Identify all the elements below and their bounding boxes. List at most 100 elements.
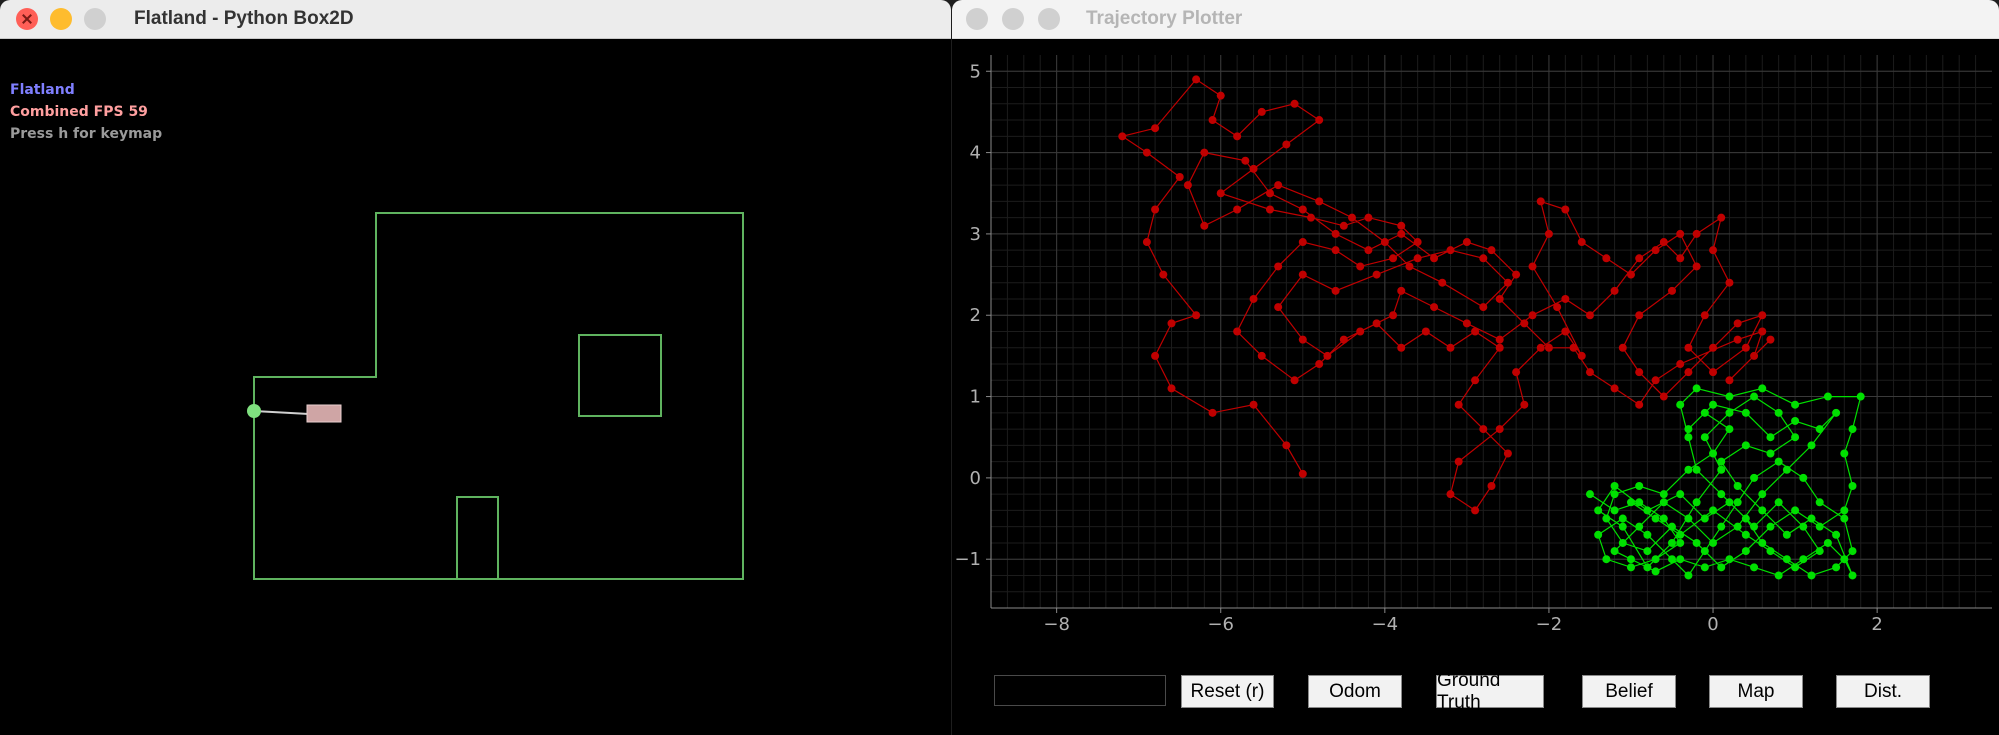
series-0-point <box>1298 335 1307 344</box>
series-1-point <box>1618 538 1627 547</box>
series-1-point <box>1856 392 1865 401</box>
series-1-point <box>1774 457 1783 466</box>
series-1-point <box>1791 416 1800 425</box>
zoom-icon[interactable] <box>84 8 106 30</box>
series-1-point <box>1709 538 1718 547</box>
minimize-icon[interactable] <box>1002 8 1024 30</box>
series-0-point <box>1290 99 1299 108</box>
series-0-point <box>1471 506 1480 515</box>
series-1-point <box>1799 522 1808 531</box>
series-1-point <box>1725 408 1734 417</box>
series-0-point <box>1651 376 1660 385</box>
series-0-point <box>1233 205 1242 214</box>
y-tick-label: −1 <box>954 549 981 570</box>
series-0-point <box>1684 368 1693 377</box>
series-1-point <box>1799 473 1808 482</box>
series-0-point <box>1372 270 1381 279</box>
plot-area[interactable]: −8 −6 −4 −2 0 2 −1 0 1 2 3 4 5 <box>952 39 1999 735</box>
series-1-point <box>1635 522 1644 531</box>
series-1-point <box>1618 514 1627 523</box>
window-title: Flatland - Python Box2D <box>134 8 354 29</box>
zoom-icon[interactable] <box>1038 8 1060 30</box>
belief-button[interactable]: Belief <box>1582 675 1676 708</box>
series-1-point <box>1626 555 1635 564</box>
series-0-point <box>1331 286 1340 295</box>
command-input[interactable] <box>994 675 1166 706</box>
series-1-point <box>1791 433 1800 442</box>
dist-button[interactable]: Dist. <box>1836 675 1930 708</box>
series-1-point <box>1676 555 1685 564</box>
y-tick-label: 5 <box>970 61 981 82</box>
series-1-point <box>1758 538 1767 547</box>
series-1-point <box>1741 408 1750 417</box>
ground-truth-button[interactable]: Ground Truth <box>1436 670 1544 713</box>
series-1-point <box>1750 563 1759 572</box>
series-1-point <box>1741 530 1750 539</box>
series-0-point <box>1249 164 1258 173</box>
series-0-point <box>1725 376 1734 385</box>
series-0-point <box>1200 221 1209 230</box>
series-0-point <box>1635 254 1644 263</box>
close-icon[interactable] <box>16 8 38 30</box>
x-tick-label: −8 <box>1043 614 1070 635</box>
series-0-point <box>1315 116 1324 125</box>
series-1-point <box>1610 482 1619 491</box>
series-1-point <box>1782 465 1791 474</box>
series-1-point <box>1725 425 1734 434</box>
series-1-point <box>1782 555 1791 564</box>
map-button[interactable]: Map <box>1709 675 1803 708</box>
series-0-point <box>1142 238 1151 247</box>
series-0-point <box>1118 132 1127 141</box>
series-1-point <box>1643 530 1652 539</box>
series-0-point <box>1766 335 1775 344</box>
series-0-point <box>1610 384 1619 393</box>
series-1-point <box>1700 433 1709 442</box>
series-0-point <box>1733 319 1742 328</box>
series-1-point <box>1733 498 1742 507</box>
series-0-point <box>1249 400 1258 409</box>
series-0-point <box>1175 172 1184 181</box>
series-1-point <box>1684 465 1693 474</box>
series-0-point <box>1512 270 1521 279</box>
series-0-point <box>1159 270 1168 279</box>
series-0-point <box>1298 270 1307 279</box>
series-0-point <box>1257 107 1266 116</box>
close-icon[interactable] <box>966 8 988 30</box>
series-1-point <box>1668 555 1677 564</box>
series-0-point <box>1544 343 1553 352</box>
series-0-point <box>1216 91 1225 100</box>
series-1-point <box>1823 392 1832 401</box>
series-0-point <box>1438 278 1447 287</box>
series-0-point <box>1430 254 1439 263</box>
trajectory-chart[interactable]: −8 −6 −4 −2 0 2 −1 0 1 2 3 4 5 <box>952 39 1999 735</box>
odom-button[interactable]: Odom <box>1308 675 1402 708</box>
series-0-point <box>1610 286 1619 295</box>
series-1-point <box>1684 425 1693 434</box>
simulation-canvas[interactable]: Flatland Combined FPS 59 Press h for key… <box>0 39 951 735</box>
series-1-point <box>1618 522 1627 531</box>
series-0-point <box>1372 319 1381 328</box>
window-controls-right <box>966 8 1060 30</box>
series-0-point <box>1471 327 1480 336</box>
minimize-icon[interactable] <box>50 8 72 30</box>
series-1-point <box>1676 400 1685 409</box>
series-1-point <box>1643 506 1652 515</box>
series-0-point <box>1520 400 1529 409</box>
series-0-point <box>1553 303 1562 312</box>
series-0-point <box>1577 351 1586 360</box>
series-1-point <box>1848 425 1857 434</box>
series-0-point <box>1413 238 1422 247</box>
series-0-point <box>1348 213 1357 222</box>
series-0-point <box>1200 148 1209 157</box>
series-1-point <box>1676 538 1685 547</box>
series-1-point <box>1692 465 1701 474</box>
x-tick-label: −2 <box>1536 614 1563 635</box>
sensor-ray <box>253 410 310 415</box>
series-0-point <box>1356 262 1365 271</box>
series-1-point <box>1610 506 1619 515</box>
series-0-point <box>1462 319 1471 328</box>
series-1-point <box>1750 392 1759 401</box>
series-0-point <box>1692 262 1701 271</box>
series-0-point <box>1479 254 1488 263</box>
reset-button[interactable]: Reset (r) <box>1181 675 1274 708</box>
